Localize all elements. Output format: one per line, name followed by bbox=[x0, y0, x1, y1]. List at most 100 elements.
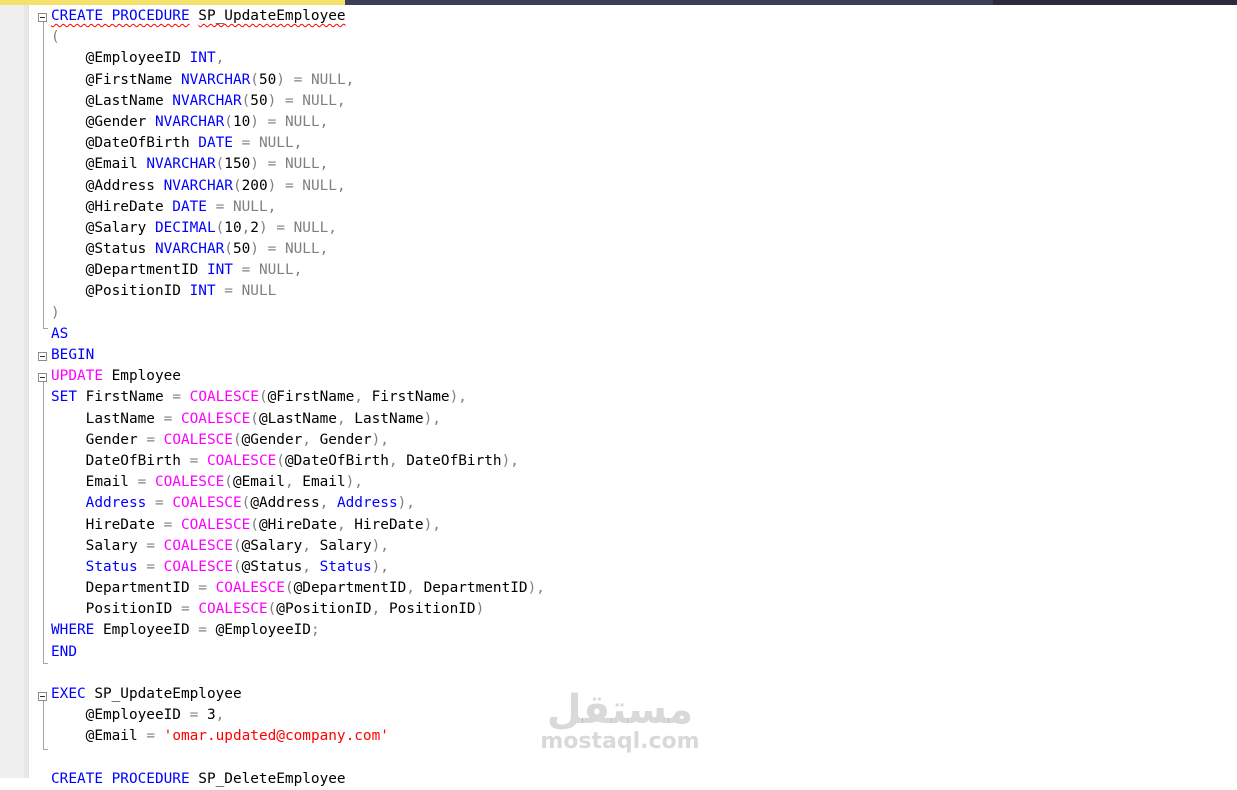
code-token: Address bbox=[336, 495, 398, 512]
code-token: @FirstName bbox=[267, 389, 355, 406]
code-line[interactable]: DateOfBirth = COALESCE(@DateOfBirth, Dat… bbox=[51, 451, 545, 472]
code-token: ( bbox=[232, 558, 242, 575]
code-line[interactable]: CREATE PROCEDURE SP_UpdateEmployee bbox=[51, 6, 545, 27]
code-token: , bbox=[302, 431, 311, 448]
code-token: = NULL, bbox=[215, 198, 277, 215]
code-token: ( bbox=[215, 156, 225, 173]
code-token: DATE bbox=[172, 198, 207, 215]
active-document-tab[interactable] bbox=[0, 0, 345, 5]
code-token: = bbox=[137, 474, 147, 491]
code-token: @Address bbox=[51, 177, 164, 194]
code-line[interactable]: CREATE PROCEDURE SP_DeleteEmployee bbox=[51, 769, 545, 790]
code-line[interactable]: HireDate = COALESCE(@HireDate, HireDate)… bbox=[51, 515, 545, 536]
collapse-procedure-toggle-icon[interactable] bbox=[38, 13, 47, 22]
code-token: Salary bbox=[310, 537, 372, 554]
code-line[interactable]: UPDATE Employee bbox=[51, 366, 545, 387]
code-line[interactable]: @EmployeeID INT, bbox=[51, 48, 545, 69]
collapse-update-toggle-icon[interactable] bbox=[38, 373, 47, 382]
code-line[interactable]: @Status NVARCHAR(50) = NULL, bbox=[51, 239, 545, 260]
code-token: = bbox=[163, 410, 173, 427]
code-line[interactable]: PositionID = COALESCE(@PositionID, Posit… bbox=[51, 599, 545, 620]
code-token: @HireDate bbox=[51, 198, 173, 215]
code-token: 50 bbox=[250, 92, 268, 109]
code-line[interactable]: ) bbox=[51, 303, 545, 324]
code-line[interactable]: Status = COALESCE(@Status, Status), bbox=[51, 557, 545, 578]
code-token: ( bbox=[51, 29, 60, 46]
code-line[interactable]: @DepartmentID INT = NULL, bbox=[51, 260, 545, 281]
code-token: = bbox=[163, 516, 173, 533]
code-line[interactable]: END bbox=[51, 642, 545, 663]
code-line[interactable] bbox=[51, 748, 545, 769]
code-token: DepartmentID bbox=[51, 580, 199, 597]
collapse-exec-toggle-icon[interactable] bbox=[38, 692, 47, 701]
code-line[interactable]: SET FirstName = COALESCE(@FirstName, Fir… bbox=[51, 387, 545, 408]
code-token: = bbox=[146, 537, 155, 554]
code-line[interactable]: @DateOfBirth DATE = NULL, bbox=[51, 133, 545, 154]
code-line[interactable]: @Email = 'omar.updated@company.com' bbox=[51, 726, 545, 747]
collapse-begin-toggle-icon[interactable] bbox=[38, 352, 47, 361]
code-token: ( bbox=[250, 410, 259, 427]
code-line[interactable]: @FirstName NVARCHAR(50) = NULL, bbox=[51, 70, 545, 91]
code-token: AS bbox=[51, 325, 69, 342]
code-line[interactable]: LastName = COALESCE(@LastName, LastName)… bbox=[51, 409, 545, 430]
code-token: ; bbox=[310, 622, 320, 639]
code-token: = bbox=[146, 431, 155, 448]
outline-line bbox=[43, 701, 44, 749]
inactive-document-tab[interactable] bbox=[345, 0, 993, 5]
code-token: @Salary bbox=[51, 219, 155, 236]
code-token: ( bbox=[250, 516, 259, 533]
code-line[interactable]: BEGIN bbox=[51, 345, 545, 366]
code-line[interactable]: Address = COALESCE(@Address, Address), bbox=[51, 493, 545, 514]
sql-code-editor[interactable]: CREATE PROCEDURE SP_UpdateEmployee ( @Emp… bbox=[51, 6, 545, 790]
code-token: ), bbox=[371, 558, 389, 575]
code-token: , bbox=[336, 516, 346, 533]
code-token: ( bbox=[215, 219, 225, 236]
code-line[interactable]: @Address NVARCHAR(200) = NULL, bbox=[51, 176, 545, 197]
code-line[interactable]: @Email NVARCHAR(150) = NULL, bbox=[51, 154, 545, 175]
code-token: = NULL bbox=[224, 283, 277, 300]
code-token: CREATE PROCEDURE bbox=[51, 8, 190, 24]
code-token: = NULL, bbox=[293, 71, 355, 88]
code-line[interactable]: @PositionID INT = NULL bbox=[51, 281, 545, 302]
code-token: ( bbox=[232, 177, 242, 194]
code-token: = NULL, bbox=[241, 262, 303, 279]
code-line[interactable]: @EmployeeID = 3, bbox=[51, 705, 545, 726]
code-token: Gender bbox=[51, 431, 147, 448]
code-token: Gender bbox=[310, 431, 372, 448]
code-token: 50 bbox=[258, 71, 277, 88]
code-line[interactable] bbox=[51, 663, 545, 684]
code-token: HireDate bbox=[51, 516, 164, 533]
code-token: COALESCE bbox=[189, 389, 259, 406]
code-line[interactable]: @Gender NVARCHAR(10) = NULL, bbox=[51, 112, 545, 133]
code-line[interactable]: @HireDate DATE = NULL, bbox=[51, 197, 545, 218]
code-line[interactable]: Salary = COALESCE(@Salary, Salary), bbox=[51, 536, 545, 557]
code-line[interactable]: @LastName NVARCHAR(50) = NULL, bbox=[51, 91, 545, 112]
code-token: ) bbox=[267, 177, 277, 194]
code-token: = bbox=[198, 622, 207, 639]
watermark-latin-text: mostaql.com bbox=[540, 729, 700, 754]
code-token: END bbox=[51, 643, 77, 660]
code-line[interactable]: AS bbox=[51, 324, 545, 345]
watermark-arabic-text: مستقل bbox=[546, 687, 694, 733]
code-token: ( bbox=[267, 601, 277, 618]
code-token: DateOfBirth bbox=[51, 452, 190, 469]
code-line[interactable]: Email = COALESCE(@Email, Email), bbox=[51, 472, 545, 493]
code-token: 10 bbox=[224, 219, 242, 236]
document-tab-bar[interactable] bbox=[0, 0, 1237, 5]
code-token: = bbox=[189, 707, 199, 724]
code-line[interactable]: ( bbox=[51, 27, 545, 48]
code-line[interactable]: Gender = COALESCE(@Gender, Gender), bbox=[51, 430, 545, 451]
code-line[interactable]: EXEC SP_UpdateEmployee bbox=[51, 684, 545, 705]
code-token: ( bbox=[276, 452, 285, 469]
code-token: ) bbox=[250, 113, 259, 130]
code-line[interactable]: WHERE EmployeeID = @EmployeeID; bbox=[51, 620, 545, 641]
code-line[interactable]: @Salary DECIMAL(10,2) = NULL, bbox=[51, 218, 545, 239]
code-line[interactable]: DepartmentID = COALESCE(@DepartmentID, D… bbox=[51, 578, 545, 599]
